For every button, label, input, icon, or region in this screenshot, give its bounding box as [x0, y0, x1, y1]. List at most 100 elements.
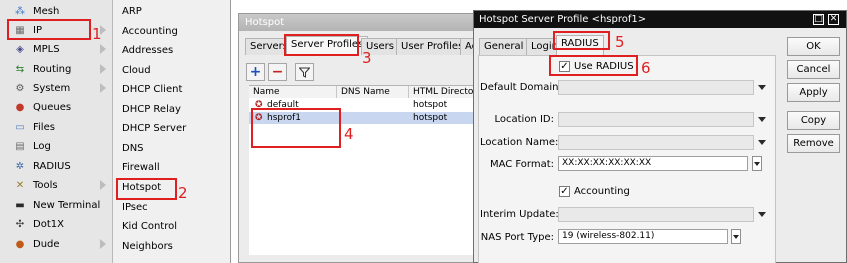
apply-button[interactable]: Apply	[787, 83, 840, 102]
submenu-item-firewall[interactable]: Firewall	[113, 158, 231, 178]
screenshot-stage: ⁂ Mesh ▦ IP ◈ MPLS ⇆ Routing ⚙ System ● Queues ▭ File…	[0, 0, 847, 263]
location-id-field[interactable]	[558, 112, 754, 127]
submenu-item-addresses[interactable]: Addresses	[113, 41, 231, 61]
sidebar-item-dot1x[interactable]: ✣ Dot1X	[0, 215, 113, 234]
ok-button[interactable]: OK	[787, 37, 840, 56]
nas-port-type-label: NAS Port Type:	[480, 232, 554, 243]
tab-general[interactable]: General	[479, 38, 529, 55]
chevron-down-icon[interactable]	[758, 117, 766, 122]
annotation-step-2: 2	[178, 184, 188, 202]
annotation-box-ip	[7, 19, 91, 40]
interim-update-field[interactable]	[558, 207, 754, 222]
dude-icon: ●	[15, 238, 25, 250]
submenu-item-dns[interactable]: DNS	[113, 139, 231, 159]
copy-button[interactable]: Copy	[787, 111, 840, 130]
mpls-icon: ◈	[16, 43, 24, 55]
accounting-checkbox[interactable]: ✓	[559, 186, 570, 197]
chevron-down-icon[interactable]	[758, 212, 766, 217]
accounting-label: Accounting	[574, 186, 630, 197]
sidebar-item-label: Files	[33, 122, 55, 133]
submenu-item-accounting[interactable]: Accounting	[113, 22, 231, 42]
annotation-box-hsprof1	[251, 108, 341, 148]
ip-submenu: ARP Accounting Addresses Cloud DHCP Client DH…	[113, 0, 231, 263]
sidebar-item-label: Dot1X	[33, 219, 64, 230]
submenu-item-ipsec[interactable]: IPsec	[113, 198, 231, 218]
location-name-field[interactable]	[558, 135, 754, 150]
dialog-title[interactable]: Hotspot Server Profile <hsprof1>	[474, 11, 846, 28]
default-domain-label: Default Domain	[480, 82, 559, 93]
sidebar-item-queues[interactable]: ● Queues	[0, 98, 113, 117]
annotation-box-radius-tab	[553, 31, 610, 50]
chevron-down-icon[interactable]	[758, 85, 766, 90]
plus-icon: +	[249, 64, 262, 80]
annotation-box-hotspot	[116, 178, 177, 200]
add-button[interactable]: +	[246, 63, 265, 81]
sidebar-item-new-terminal[interactable]: ▬ New Terminal	[0, 196, 113, 215]
row-dns-name	[341, 112, 407, 124]
submenu-arrow-icon	[100, 44, 106, 54]
mac-format-field[interactable]: XX:XX:XX:XX:XX:XX	[558, 156, 748, 171]
nas-port-type-field[interactable]: 19 (wireless-802.11)	[558, 229, 728, 244]
submenu-item-dhcp-client[interactable]: DHCP Client	[113, 80, 231, 100]
sidebar-item-label: Queues	[33, 102, 72, 113]
system-icon: ⚙	[15, 82, 25, 94]
mac-format-dropdown-button[interactable]	[752, 156, 762, 171]
submenu-item-neighbors[interactable]: Neighbors	[113, 237, 231, 257]
terminal-icon: ▬	[15, 199, 25, 211]
submenu-item-cloud[interactable]: Cloud	[113, 61, 231, 81]
submenu-item-dhcp-relay[interactable]: DHCP Relay	[113, 100, 231, 120]
submenu-item-dhcp-server[interactable]: DHCP Server	[113, 119, 231, 139]
sidebar-item-label: System	[33, 83, 71, 94]
mac-format-label: MAC Format:	[489, 159, 554, 170]
submenu-arrow-icon	[100, 64, 106, 74]
log-icon: ▤	[15, 140, 25, 152]
annotation-box-use-radius	[549, 55, 638, 76]
close-icon[interactable]: ✕	[828, 14, 839, 25]
hotspot-server-profile-dialog: Hotspot Server Profile <hsprof1> □ ✕ Gen…	[473, 10, 847, 263]
filter-icon	[299, 67, 310, 78]
sidebar-item-routing[interactable]: ⇆ Routing	[0, 60, 113, 79]
annotation-step-3: 3	[362, 49, 372, 67]
location-name-label: Location Name:	[480, 137, 559, 148]
hotspot-window-title[interactable]: Hotspot	[239, 14, 483, 31]
restore-icon[interactable]: □	[813, 14, 824, 25]
submenu-item-arp[interactable]: ARP	[113, 2, 231, 22]
sidebar-item-label: Tools	[33, 180, 58, 191]
sidebar-item-system[interactable]: ⚙ System	[0, 79, 113, 98]
remove-profile-button[interactable]: Remove	[787, 134, 840, 153]
sidebar-item-log[interactable]: ▤ Log	[0, 137, 113, 156]
submenu-item-kid-control[interactable]: Kid Control	[113, 217, 231, 237]
annotation-step-4: 4	[344, 125, 354, 143]
sidebar-item-dude[interactable]: ● Dude	[0, 235, 113, 254]
sidebar-item-tools[interactable]: ✕ Tools	[0, 176, 113, 195]
submenu-arrow-icon	[100, 83, 106, 93]
filter-button[interactable]	[295, 63, 314, 81]
routing-icon: ⇆	[15, 63, 25, 75]
column-header-dns-name[interactable]: DNS Name	[337, 86, 409, 98]
tools-icon: ✕	[15, 179, 25, 191]
nas-port-type-dropdown-button[interactable]	[731, 229, 741, 244]
default-domain-field[interactable]	[558, 80, 754, 95]
sidebar-item-label: MPLS	[33, 44, 60, 55]
sidebar-item-files[interactable]: ▭ Files	[0, 118, 113, 137]
annotation-step-6: 6	[641, 59, 651, 77]
sidebar-item-label: Dude	[33, 239, 60, 250]
sidebar-item-label: RADIUS	[33, 161, 71, 172]
sidebar-item-label: Routing	[33, 64, 72, 75]
sidebar-item-label: New Terminal	[33, 200, 101, 211]
location-id-label: Location ID:	[494, 114, 555, 125]
submenu-arrow-icon	[100, 239, 106, 249]
sidebar-item-label: Mesh	[33, 6, 60, 17]
chevron-down-icon[interactable]	[758, 140, 766, 145]
mesh-icon: ⁂	[15, 5, 25, 17]
submenu-arrow-icon	[100, 180, 106, 190]
annotation-box-server-profiles	[284, 34, 359, 56]
sidebar-item-radius[interactable]: ✲ RADIUS	[0, 157, 113, 176]
tab-user-profiles[interactable]: User Profiles	[396, 38, 469, 55]
column-header-name[interactable]: Name	[249, 86, 337, 98]
remove-button[interactable]: −	[268, 63, 287, 81]
annotation-step-1: 1	[92, 25, 102, 43]
files-icon: ▭	[15, 121, 25, 133]
cancel-button[interactable]: Cancel	[787, 60, 840, 79]
minus-icon: −	[271, 64, 284, 80]
